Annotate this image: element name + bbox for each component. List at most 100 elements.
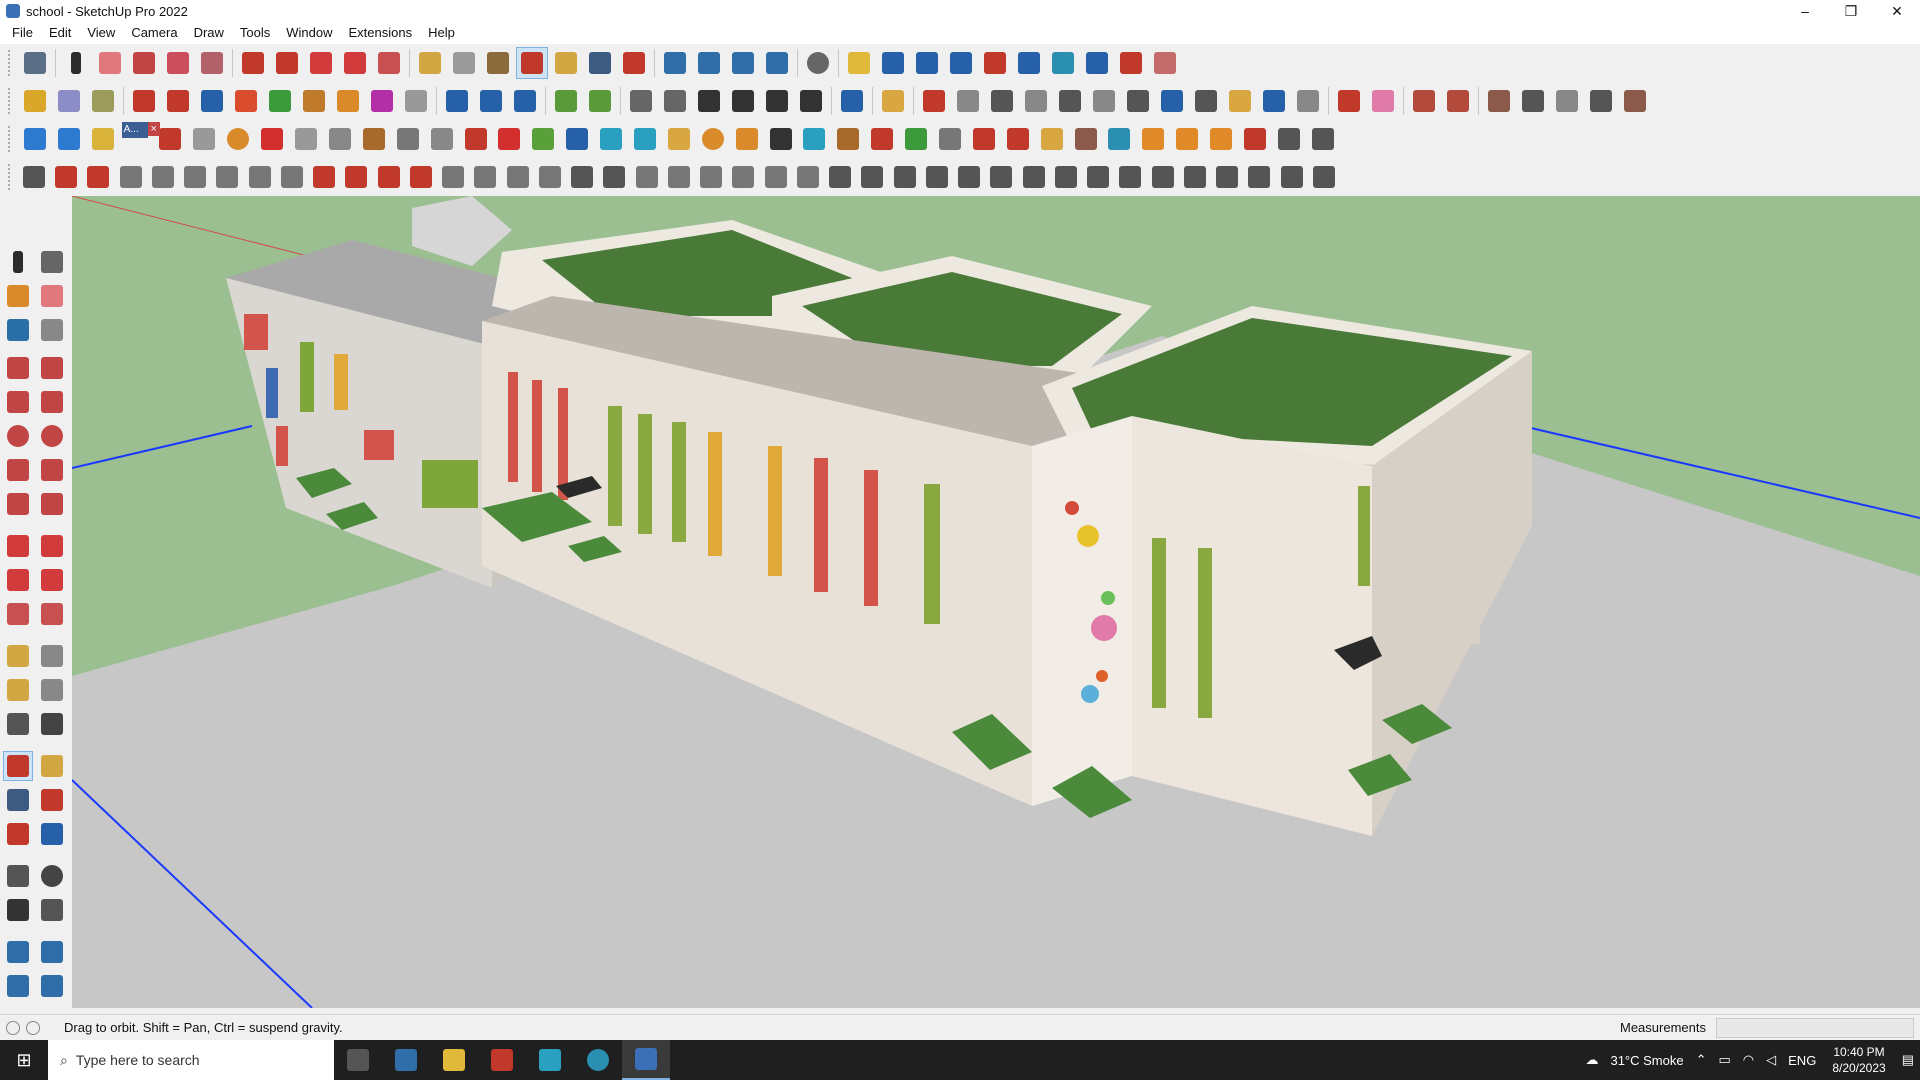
flow-21-icon[interactable] bbox=[762, 162, 790, 192]
arc3-tool-icon[interactable] bbox=[4, 490, 32, 518]
pencil-icon[interactable] bbox=[129, 48, 159, 78]
sandbox-stamp-icon[interactable] bbox=[585, 86, 615, 116]
toolbar-grip[interactable] bbox=[8, 126, 14, 152]
flow-32-icon[interactable] bbox=[1116, 162, 1144, 192]
info-icon[interactable] bbox=[26, 1020, 40, 1035]
weather-icon[interactable]: ☁ bbox=[1585, 1052, 1598, 1068]
front-view-icon[interactable] bbox=[694, 86, 724, 116]
menu-view[interactable]: View bbox=[79, 22, 123, 44]
left-view-icon[interactable] bbox=[796, 86, 826, 116]
position-camera-tool-icon[interactable] bbox=[4, 862, 32, 890]
spiral-icon[interactable] bbox=[766, 124, 796, 154]
menu-tools[interactable]: Tools bbox=[232, 22, 278, 44]
dimension-tool-icon[interactable] bbox=[38, 642, 66, 670]
protractor-tool-icon[interactable] bbox=[4, 676, 32, 704]
flow-5-icon[interactable] bbox=[246, 162, 274, 192]
menu-extensions[interactable]: Extensions bbox=[341, 22, 421, 44]
zoom-tool-icon[interactable] bbox=[585, 48, 615, 78]
autocad-icon[interactable] bbox=[478, 1040, 526, 1080]
flow-7-icon[interactable] bbox=[310, 162, 338, 192]
measurements-input[interactable] bbox=[1716, 1018, 1914, 1038]
cone-icon[interactable] bbox=[596, 124, 626, 154]
plane-2-icon[interactable] bbox=[54, 124, 84, 154]
pan-icon[interactable] bbox=[551, 48, 581, 78]
eraser-icon[interactable] bbox=[95, 48, 125, 78]
flow-24-icon[interactable] bbox=[858, 162, 886, 192]
gear-icon[interactable] bbox=[969, 124, 999, 154]
stamp-icon[interactable] bbox=[84, 162, 112, 192]
share-model-icon[interactable] bbox=[694, 48, 724, 78]
line-tool-icon[interactable] bbox=[4, 354, 32, 382]
lines-icon[interactable] bbox=[291, 124, 321, 154]
warehouse-icon[interactable] bbox=[660, 48, 690, 78]
cross-green-icon[interactable] bbox=[528, 124, 558, 154]
solid-subtract-icon[interactable] bbox=[197, 86, 227, 116]
grid-orange-2-icon[interactable] bbox=[1172, 124, 1202, 154]
flow-27-icon[interactable] bbox=[955, 162, 983, 192]
arc2-tool-icon[interactable] bbox=[38, 456, 66, 484]
shape-5-icon[interactable] bbox=[1089, 86, 1119, 116]
section-plane-icon[interactable] bbox=[844, 48, 874, 78]
axes-tool-icon[interactable] bbox=[4, 710, 32, 738]
3d-text-tool-icon[interactable] bbox=[38, 710, 66, 738]
move-icon[interactable] bbox=[306, 48, 336, 78]
layout-tool-icon[interactable] bbox=[38, 972, 66, 1000]
polyline-icon[interactable] bbox=[52, 162, 80, 192]
flow-35-icon[interactable] bbox=[1213, 162, 1241, 192]
extension-tool-icon[interactable] bbox=[4, 972, 32, 1000]
clock[interactable]: 10:40 PM 8/20/2023 bbox=[1832, 1044, 1885, 1076]
flow-1-icon[interactable] bbox=[117, 162, 145, 192]
undo-icon[interactable] bbox=[1082, 48, 1112, 78]
toolbar-grip[interactable] bbox=[8, 164, 14, 190]
layer-icon[interactable] bbox=[189, 124, 219, 154]
plane-3-icon[interactable] bbox=[88, 124, 118, 154]
solid-f-icon[interactable] bbox=[367, 86, 397, 116]
warehouse-tool-icon[interactable] bbox=[4, 938, 32, 966]
path-icon[interactable] bbox=[935, 124, 965, 154]
flow-31-icon[interactable] bbox=[1084, 162, 1112, 192]
minimize-button[interactable]: – bbox=[1782, 0, 1828, 22]
weather-text[interactable]: 31°C Smoke bbox=[1610, 1053, 1683, 1068]
solid-union-icon[interactable] bbox=[129, 86, 159, 116]
text-tool-icon[interactable] bbox=[38, 676, 66, 704]
tag-icon[interactable] bbox=[878, 86, 908, 116]
align-axes-icon[interactable] bbox=[476, 86, 506, 116]
polygon-tool-icon[interactable] bbox=[38, 422, 66, 450]
scale-icon[interactable] bbox=[374, 48, 404, 78]
flow-16-icon[interactable] bbox=[600, 162, 628, 192]
styles-icon[interactable] bbox=[837, 86, 867, 116]
hand-icon[interactable] bbox=[1150, 48, 1180, 78]
push-pull-icon[interactable] bbox=[238, 48, 268, 78]
furniture-icon[interactable] bbox=[1003, 124, 1033, 154]
follow-me-tool-icon[interactable] bbox=[38, 566, 66, 594]
orbit-active-tool-icon[interactable] bbox=[3, 751, 33, 781]
loop-icon[interactable] bbox=[698, 124, 728, 154]
previous-view-tool-icon[interactable] bbox=[38, 820, 66, 848]
freehand-icon[interactable] bbox=[163, 48, 193, 78]
calculator-icon[interactable] bbox=[382, 1040, 430, 1080]
hexagon-icon[interactable] bbox=[1037, 124, 1067, 154]
zoom-extents-icon[interactable] bbox=[619, 48, 649, 78]
grid-icon[interactable] bbox=[1048, 48, 1078, 78]
curve-icon[interactable] bbox=[401, 86, 431, 116]
paint-tool-icon[interactable] bbox=[4, 282, 32, 310]
flow-34-icon[interactable] bbox=[1181, 162, 1209, 192]
frame-icon[interactable] bbox=[1104, 124, 1134, 154]
box-outline-icon[interactable] bbox=[54, 86, 84, 116]
scale-tool-icon[interactable] bbox=[4, 600, 32, 628]
windows-start-icon[interactable]: ⊞ bbox=[0, 1040, 48, 1080]
terrain-4-icon[interactable] bbox=[1586, 86, 1616, 116]
notification-icon[interactable]: ▤ bbox=[1902, 1052, 1914, 1068]
orbit-tool-icon[interactable] bbox=[38, 248, 66, 276]
tape-measure-tool-icon[interactable] bbox=[4, 642, 32, 670]
fountain-icon[interactable] bbox=[630, 124, 660, 154]
tape-tool-icon[interactable] bbox=[38, 316, 66, 344]
shape-8-icon[interactable] bbox=[1191, 86, 1221, 116]
tool-pink-icon[interactable] bbox=[1368, 86, 1398, 116]
menu-camera[interactable]: Camera bbox=[123, 22, 185, 44]
section-cut-icon[interactable] bbox=[878, 48, 908, 78]
app-teal-icon[interactable] bbox=[526, 1040, 574, 1080]
box-texture-icon[interactable] bbox=[88, 86, 118, 116]
terrain-5-icon[interactable] bbox=[1620, 86, 1650, 116]
shape-2-icon[interactable] bbox=[987, 86, 1017, 116]
